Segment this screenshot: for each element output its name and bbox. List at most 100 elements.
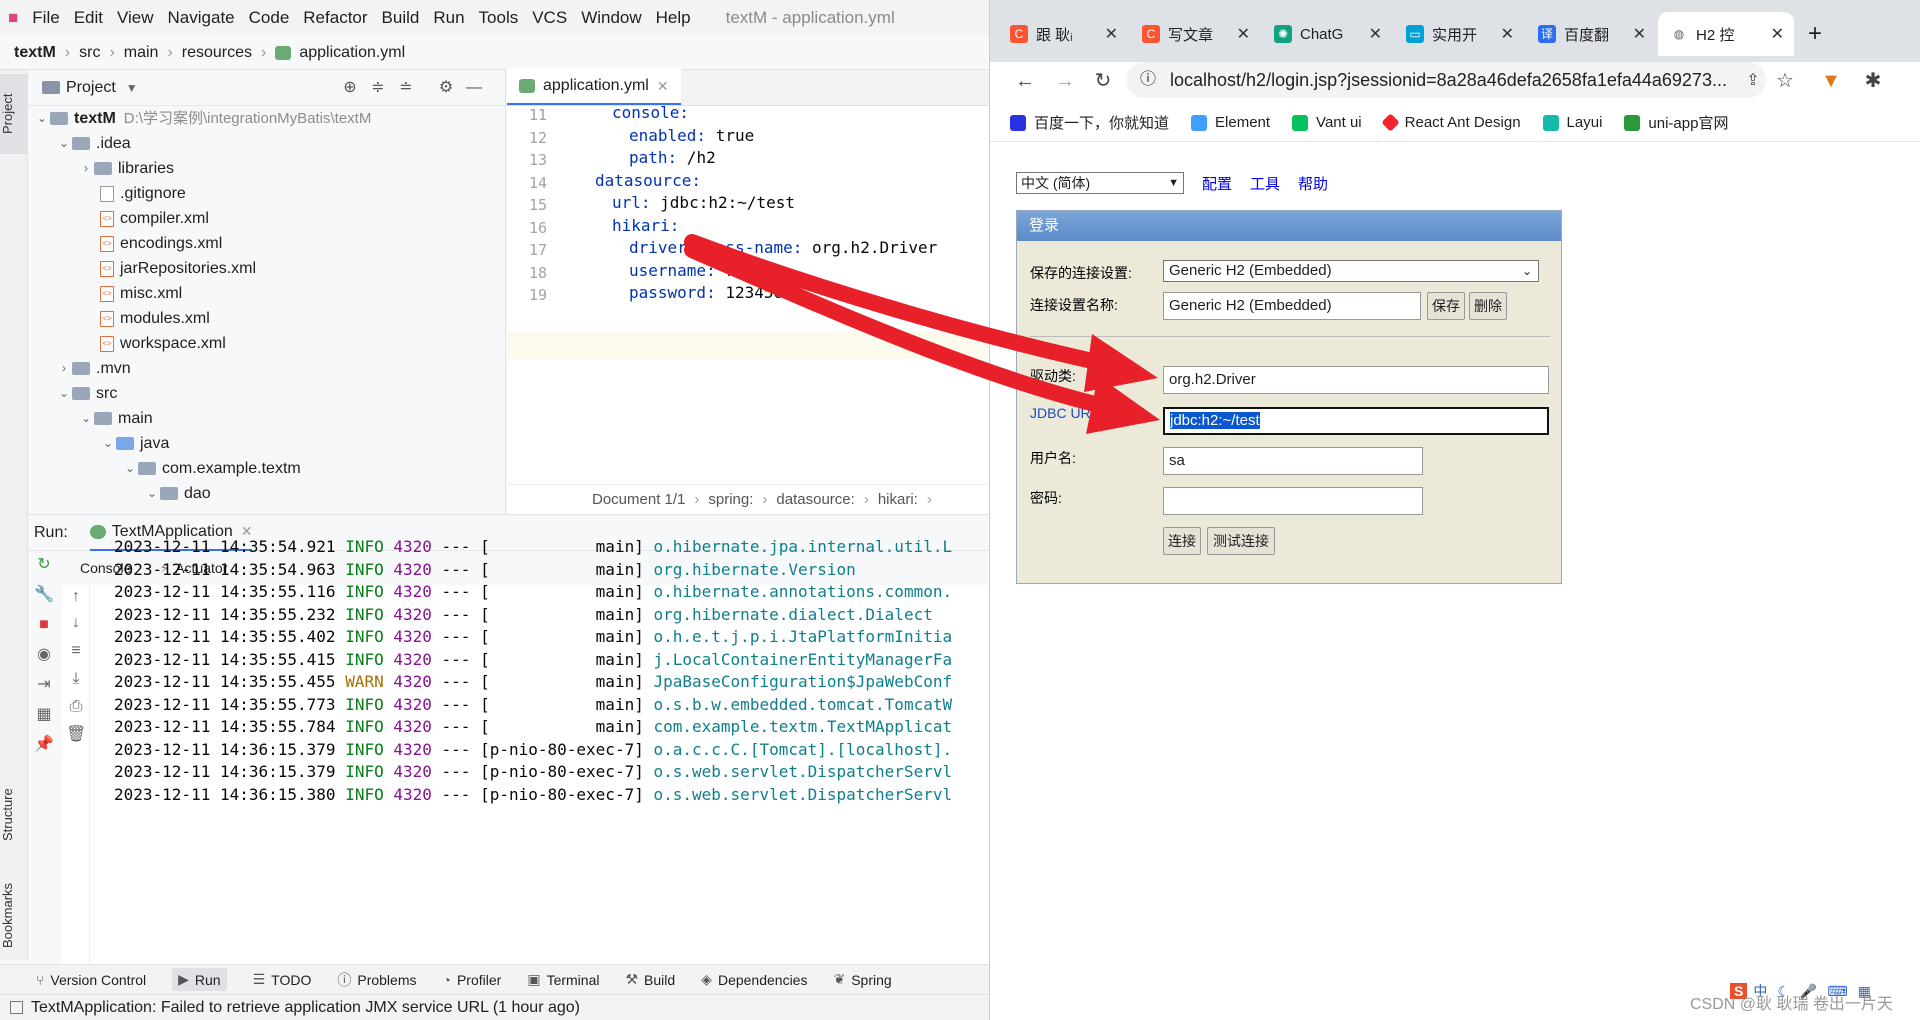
browser-tab-2[interactable]: C 写文章 ✕: [1130, 12, 1260, 56]
driver-class-input[interactable]: org.h2.Driver: [1163, 366, 1549, 394]
close-icon[interactable]: ✕: [657, 78, 669, 95]
bookmark-antd[interactable]: React Ant Design: [1380, 113, 1521, 132]
editor-tab-application-yml[interactable]: application.yml ✕: [507, 69, 681, 105]
status-checkbox-icon[interactable]: [10, 1001, 23, 1014]
menu-run[interactable]: Run: [426, 0, 471, 36]
minimize-icon[interactable]: —: [464, 78, 484, 98]
tab-dependencies[interactable]: ◈ Dependencies: [701, 971, 807, 988]
tree-item-misc[interactable]: <> misc.xml: [100, 281, 182, 306]
chevron-down-icon[interactable]: ⌄: [78, 406, 94, 431]
jdbc-url-label[interactable]: JDBC URL:: [1030, 405, 1102, 421]
breadcrumb-src[interactable]: src: [79, 44, 100, 62]
tree-item-workspace[interactable]: <> workspace.xml: [100, 331, 226, 356]
address-bar[interactable]: ⓘ localhost/h2/login.jsp?jsessionid=8a28…: [1126, 62, 1766, 98]
menu-vcs[interactable]: VCS: [525, 0, 574, 36]
pin-icon[interactable]: 📌: [34, 735, 54, 755]
project-panel-title[interactable]: Project: [66, 79, 116, 97]
expand-all-icon[interactable]: ≑: [368, 78, 388, 98]
extensions-icon[interactable]: ✱: [1858, 66, 1888, 96]
scroll-end-icon[interactable]: ⤓: [66, 669, 86, 689]
tree-item-root[interactable]: ⌄ textM D:\学习案例\integrationMyBatis\textM: [34, 106, 371, 131]
menu-refactor[interactable]: Refactor: [296, 0, 374, 36]
tab-version-control[interactable]: ⑂ Version Control: [36, 972, 146, 988]
gear-icon[interactable]: ⚙: [436, 78, 456, 98]
save-button[interactable]: 保存: [1427, 292, 1465, 320]
chevron-right-icon[interactable]: ›: [78, 156, 94, 181]
menu-window[interactable]: Window: [574, 0, 648, 36]
tree-item-gitignore[interactable]: .gitignore: [100, 181, 186, 206]
tab-build[interactable]: ⚒ Build: [625, 971, 675, 988]
browser-tab-h2[interactable]: ◍ H2 控 ✕: [1658, 12, 1794, 56]
tree-item-package[interactable]: ⌄ com.example.textm: [122, 456, 301, 481]
tree-item-java[interactable]: ⌄ java: [100, 431, 169, 456]
tree-item-dao[interactable]: ⌄ dao: [144, 481, 211, 506]
tree-item-compiler[interactable]: <> compiler.xml: [100, 206, 209, 231]
language-select[interactable]: 中文 (简体) ▼: [1016, 172, 1184, 194]
tree-item-src[interactable]: ⌄ src: [56, 381, 117, 406]
delete-button[interactable]: 删除: [1469, 292, 1507, 320]
trash-icon[interactable]: 🗑: [66, 725, 86, 745]
bookmark-vant[interactable]: Vant ui: [1292, 114, 1362, 131]
settings-name-input[interactable]: Generic H2 (Embedded): [1163, 292, 1421, 320]
forward-arrow-icon[interactable]: →: [1050, 66, 1080, 96]
link-preferences[interactable]: 配置: [1202, 173, 1232, 194]
print-icon[interactable]: ⎙: [66, 697, 86, 717]
site-info-icon[interactable]: ⓘ: [1140, 62, 1156, 98]
side-tab-bookmarks[interactable]: Bookmarks: [0, 870, 28, 960]
locate-icon[interactable]: ⊕: [340, 78, 360, 98]
chevron-down-icon[interactable]: ▼: [126, 81, 138, 95]
close-icon[interactable]: ✕: [1237, 24, 1250, 44]
soft-wrap-icon[interactable]: ≡: [66, 641, 86, 661]
password-input[interactable]: [1163, 487, 1423, 515]
chevron-down-icon[interactable]: ⌄: [144, 481, 160, 506]
app-logo-icon[interactable]: ■: [0, 0, 25, 36]
connect-button[interactable]: 连接: [1163, 527, 1201, 555]
metamask-icon[interactable]: ▼: [1816, 66, 1846, 96]
tab-profiler[interactable]: ◔ Profiler: [443, 972, 502, 988]
menu-code[interactable]: Code: [242, 0, 297, 36]
tree-item-modules[interactable]: <> modules.xml: [100, 306, 210, 331]
username-input[interactable]: sa: [1163, 447, 1423, 475]
exit-icon[interactable]: ⇥: [34, 675, 54, 695]
bookmark-element[interactable]: Element: [1191, 114, 1270, 131]
new-tab-button[interactable]: +: [1798, 12, 1842, 56]
collapse-all-icon[interactable]: ≐: [396, 78, 416, 98]
star-icon[interactable]: ☆: [1770, 66, 1800, 96]
browser-tab-5[interactable]: 译 百度翻 ✕: [1526, 12, 1656, 56]
saved-settings-select[interactable]: Generic H2 (Embedded) ⌄: [1163, 260, 1539, 282]
menu-view[interactable]: View: [110, 0, 161, 36]
tree-item-libraries[interactable]: › libraries: [78, 156, 174, 181]
arrow-down-icon[interactable]: ↓: [66, 613, 86, 633]
jdbc-url-input[interactable]: jdbc:h2:~/test: [1163, 407, 1549, 435]
chevron-down-icon[interactable]: ⌄: [56, 381, 72, 406]
chevron-down-icon[interactable]: ⌄: [122, 456, 138, 481]
tab-problems[interactable]: ⓘ Problems: [337, 970, 416, 990]
side-tab-project[interactable]: Project: [0, 74, 28, 154]
close-icon[interactable]: ✕: [1105, 24, 1118, 44]
menu-help[interactable]: Help: [649, 0, 698, 36]
link-help[interactable]: 帮助: [1298, 173, 1328, 194]
arrow-up-icon[interactable]: ↑: [66, 587, 86, 607]
back-arrow-icon[interactable]: ←: [1010, 66, 1040, 96]
chevron-down-icon[interactable]: ⌄: [34, 106, 50, 131]
close-icon[interactable]: ✕: [1771, 24, 1784, 44]
camera-icon[interactable]: ◉: [34, 645, 54, 665]
bookmark-baidu[interactable]: 百度一下，你就知道: [1010, 112, 1169, 133]
menu-tools[interactable]: Tools: [472, 0, 526, 36]
menu-navigate[interactable]: Navigate: [161, 0, 242, 36]
tree-item-encodings[interactable]: <> encodings.xml: [100, 231, 222, 256]
browser-tab-1[interactable]: C 跟 耿ᵢ ✕: [998, 12, 1128, 56]
tab-terminal[interactable]: ▣ Terminal: [527, 971, 599, 988]
breadcrumb-resources[interactable]: resources: [182, 44, 252, 62]
tab-todo[interactable]: ☰ TODO: [253, 971, 312, 988]
chevron-down-icon[interactable]: ⌄: [56, 131, 72, 156]
close-icon[interactable]: ✕: [1501, 24, 1514, 44]
chevron-right-icon[interactable]: ›: [56, 356, 72, 381]
tree-item-idea[interactable]: ⌄ .idea: [56, 131, 131, 156]
side-tab-structure[interactable]: Structure: [0, 770, 28, 860]
tree-item-mvn[interactable]: › .mvn: [56, 356, 131, 381]
stop-icon[interactable]: ■: [34, 615, 54, 635]
layout-icon[interactable]: ▦: [34, 705, 54, 725]
tree-item-jarrepositories[interactable]: <> jarRepositories.xml: [100, 256, 256, 281]
browser-tab-4[interactable]: ▭ 实用开 ✕: [1394, 12, 1524, 56]
